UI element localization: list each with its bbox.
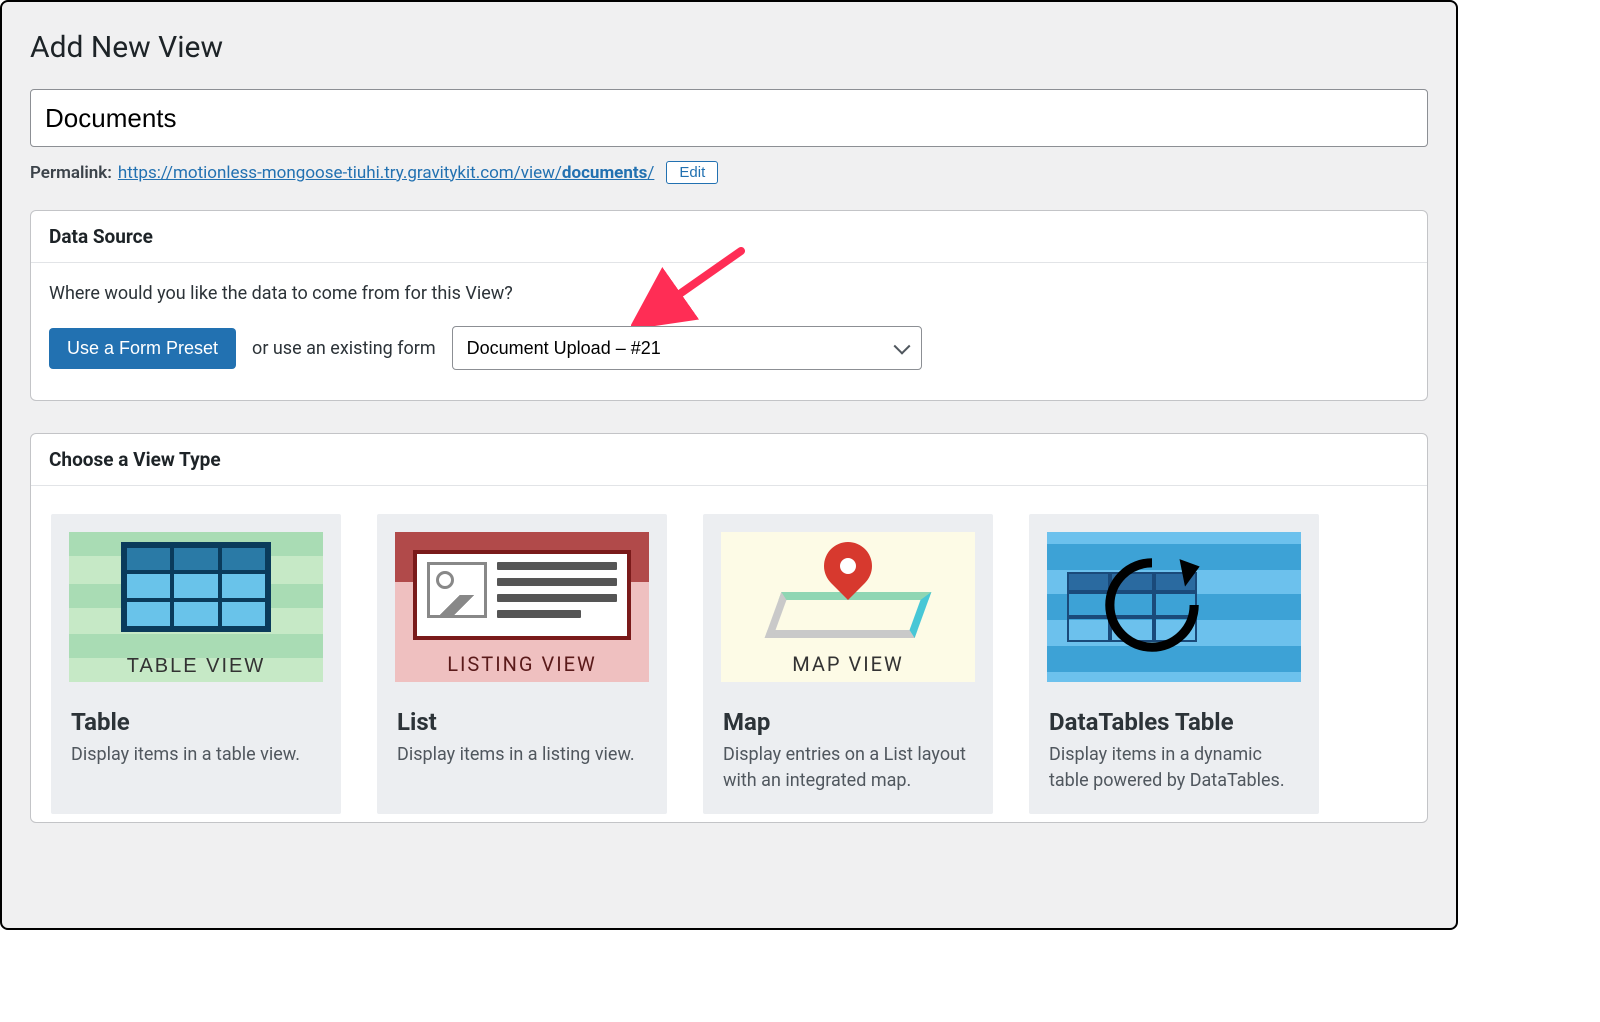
app-frame: Add New View Permalink: https://motionle… [0,0,1458,930]
view-card-table[interactable]: TABLE VIEW Table Display items in a tabl… [51,514,341,814]
permalink-link[interactable]: https://motionless-mongoose-tiuhi.try.gr… [118,163,654,183]
view-type-body: TABLE VIEW Table Display items in a tabl… [31,486,1427,822]
data-source-heading: Data Source [31,211,1427,263]
thumb-label: LISTING VIEW [395,652,649,676]
view-type-heading: Choose a View Type [31,434,1427,486]
view-type-grid: TABLE VIEW Table Display items in a tabl… [49,504,1409,814]
view-card-desc: Display items in a listing view. [377,742,667,788]
permalink-url-slug: documents [562,163,647,183]
view-card-title: Map [703,700,993,742]
existing-form-select-wrap: Document Upload – #21 [452,326,922,370]
permalink-url-suffix: / [647,163,654,183]
permalink-url-prefix: https://motionless-mongoose-tiuhi.try.gr… [118,163,562,183]
permalink-label: Permalink: [30,163,112,183]
table-view-icon: TABLE VIEW [69,532,323,682]
map-view-icon: MAP VIEW [721,532,975,682]
data-source-body: Where would you like the data to come fr… [31,263,1427,400]
or-existing-form-text: or use an existing form [252,338,436,359]
view-card-list[interactable]: LISTING VIEW List Display items in a lis… [377,514,667,814]
listing-view-icon: LISTING VIEW [395,532,649,682]
existing-form-select[interactable]: Document Upload – #21 [452,326,922,370]
thumb-label: TABLE VIEW [69,655,323,678]
permalink-row: Permalink: https://motionless-mongoose-t… [30,161,1428,184]
page-title: Add New View [30,30,1428,65]
data-source-question: Where would you like the data to come fr… [49,283,1409,304]
view-card-title: List [377,700,667,742]
refresh-icon [1097,550,1207,660]
data-source-controls: Use a Form Preset or use an existing for… [49,326,1409,370]
datatables-view-icon [1047,532,1301,682]
page-content: Add New View Permalink: https://motionle… [10,10,1448,875]
thumb-label: MAP VIEW [721,652,975,676]
view-card-desc: Display items in a dynamic table powered… [1029,742,1319,814]
view-card-title: DataTables Table [1029,700,1319,742]
view-card-datatables[interactable]: DataTables Table Display items in a dyna… [1029,514,1319,814]
view-card-title: Table [51,700,341,742]
use-form-preset-button[interactable]: Use a Form Preset [49,328,236,369]
view-card-map[interactable]: MAP VIEW Map Display entries on a List l… [703,514,993,814]
view-card-desc: Display entries on a List layout with an… [703,742,993,814]
view-card-desc: Display items in a table view. [51,742,341,788]
view-title-input[interactable] [30,89,1428,147]
view-type-panel: Choose a View Type TABLE VIEW [30,433,1428,823]
data-source-panel: Data Source Where would you like the dat… [30,210,1428,401]
permalink-edit-button[interactable]: Edit [666,161,718,184]
